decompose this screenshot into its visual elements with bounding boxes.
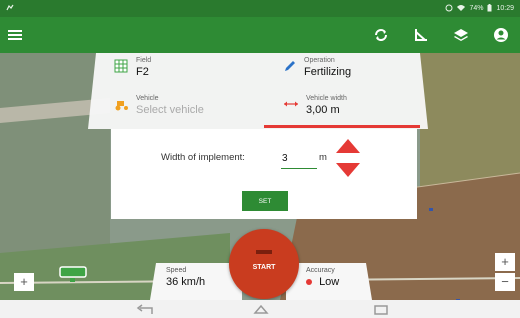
width-arrows-icon	[284, 101, 298, 109]
layers-icon[interactable]	[452, 26, 470, 44]
back-icon[interactable]	[136, 303, 154, 315]
info-panel: Field F2 Operation Fertilizing Vehicle S…	[88, 53, 428, 129]
unit-label: m	[319, 152, 327, 163]
zoom-in-button[interactable]: +	[495, 253, 515, 271]
field-grid-icon	[114, 59, 128, 75]
field-info[interactable]: Field F2	[114, 57, 151, 78]
vehicle-width-info[interactable]: Vehicle width 3,00 m	[284, 95, 347, 116]
start-label: START	[252, 264, 276, 271]
operation-value: Fertilizing	[304, 66, 352, 78]
accuracy-status-dot	[306, 279, 312, 286]
sync-icon[interactable]	[372, 26, 390, 44]
app-toolbar	[0, 17, 520, 53]
tractor-icon	[114, 99, 130, 113]
accuracy-label: Accuracy	[306, 267, 335, 274]
vehicle-placeholder: Select vehicle	[136, 104, 204, 116]
notification-icon	[6, 4, 14, 14]
zoom-out-button[interactable]: −	[495, 273, 515, 291]
operation-label: Operation	[304, 57, 335, 64]
increase-width-icon[interactable]	[335, 138, 361, 159]
accuracy-value-row: Low	[306, 276, 372, 288]
speed-value: 36 km/h	[166, 276, 206, 288]
start-button[interactable]: START	[229, 229, 299, 299]
width-label: Width of implement:	[161, 152, 245, 163]
field-value: F2	[136, 66, 149, 78]
vehicle-width-label: Vehicle width	[306, 95, 347, 102]
vehicle-width-value: 3,00 m	[306, 104, 340, 116]
status-bar: 74% 10:29	[0, 0, 520, 17]
decrease-width-icon[interactable]	[335, 162, 361, 183]
battery-icon	[487, 3, 492, 14]
vehicle-label: Vehicle	[136, 95, 159, 102]
field-label: Field	[136, 57, 152, 64]
account-icon[interactable]	[492, 26, 510, 44]
app-screen: 74% 10:29 Field F2 Operation Fertilizing…	[0, 0, 520, 318]
vehicle-info[interactable]: Vehicle Select vehicle	[114, 95, 204, 116]
home-icon[interactable]	[252, 303, 270, 315]
set-button[interactable]: SET	[242, 191, 288, 211]
width-input[interactable]	[281, 149, 317, 169]
battery-level: 74%	[469, 5, 484, 12]
clock-icon	[445, 4, 453, 14]
accuracy-value: Low	[319, 276, 340, 288]
clock-time: 10:29	[496, 5, 514, 12]
menu-icon[interactable]	[6, 26, 24, 44]
grip-icon	[256, 250, 272, 254]
width-dialog: Width of implement: m SET	[111, 129, 417, 219]
system-nav-bar	[0, 300, 520, 318]
locate-button[interactable]: +	[14, 273, 34, 291]
wifi-icon	[457, 4, 466, 14]
angle-icon[interactable]	[412, 26, 430, 44]
pencil-icon	[284, 60, 296, 74]
operation-info[interactable]: Operation Fertilizing	[284, 57, 351, 78]
recents-icon[interactable]	[372, 303, 390, 315]
